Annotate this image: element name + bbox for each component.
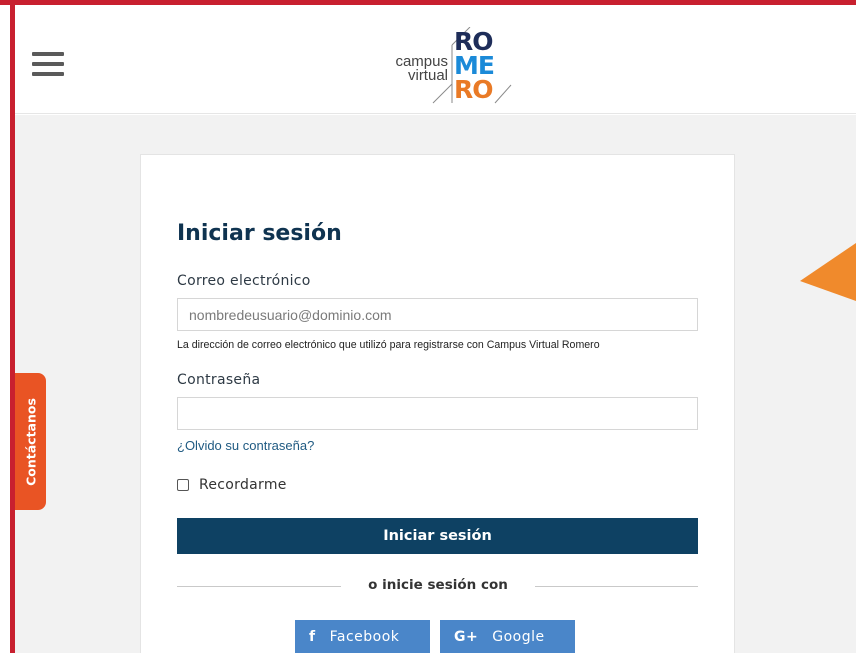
divider-text: o inicie sesión con bbox=[368, 577, 508, 593]
campus-virtual-romero-logo[interactable]: campus virtual RO ME RO bbox=[375, 27, 515, 105]
decorative-orange-triangle bbox=[800, 243, 856, 301]
login-title: Iniciar sesión bbox=[177, 221, 342, 246]
email-hint: La dirección de correo electrónico que u… bbox=[177, 339, 600, 351]
google-label: Google bbox=[492, 629, 545, 645]
email-input[interactable] bbox=[177, 298, 698, 331]
facebook-login-button[interactable]: f Facebook bbox=[295, 620, 430, 653]
hamburger-menu-icon[interactable] bbox=[32, 52, 64, 78]
divider-line-right bbox=[535, 586, 698, 587]
facebook-label: Facebook bbox=[329, 629, 400, 645]
forgot-password-link[interactable]: ¿Olvido su contraseña? bbox=[177, 438, 314, 453]
login-card: Iniciar sesión Correo electrónico La dir… bbox=[140, 154, 735, 653]
divider-line-left bbox=[177, 586, 341, 587]
email-label: Correo electrónico bbox=[177, 273, 311, 289]
contact-us-label: Contáctanos bbox=[23, 397, 38, 486]
password-input[interactable] bbox=[177, 397, 698, 430]
remember-me-checkbox[interactable]: Recordarme bbox=[177, 477, 287, 493]
password-label: Contraseña bbox=[177, 372, 261, 388]
contact-us-tab[interactable]: Contáctanos bbox=[15, 373, 46, 510]
google-plus-icon: G+ bbox=[454, 629, 479, 645]
checkbox-icon[interactable] bbox=[177, 479, 189, 491]
login-submit-button[interactable]: Iniciar sesión bbox=[177, 518, 698, 554]
header: campus virtual RO ME RO bbox=[15, 5, 856, 114]
google-login-button[interactable]: G+ Google bbox=[440, 620, 575, 653]
logo-ro-bottom: RO bbox=[454, 75, 494, 104]
remember-me-label: Recordarme bbox=[199, 477, 287, 493]
facebook-icon: f bbox=[309, 629, 316, 645]
